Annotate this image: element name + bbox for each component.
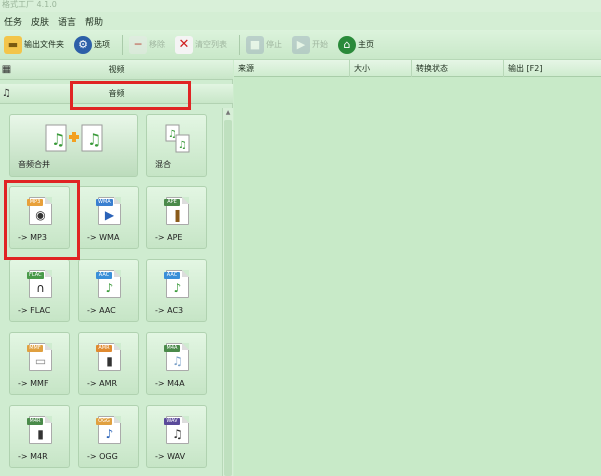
mmf-file-icon: MMF ▭	[27, 343, 52, 371]
tile-m4r[interactable]: M4R ▮ -> M4R	[9, 405, 70, 468]
svg-text:♫: ♫	[87, 130, 101, 149]
remove-icon: ━	[129, 35, 147, 54]
tile-label: -> M4A	[155, 379, 185, 388]
wma-file-icon: WMA ▶	[96, 197, 121, 225]
tile-m4a[interactable]: M4A ♫ -> M4A	[146, 332, 207, 395]
amr-file-icon: AMR ▮	[96, 343, 121, 371]
menu-item-help[interactable]: 帮助	[85, 15, 103, 28]
window-title: 格式工厂 4.1.0	[0, 0, 601, 12]
music-note-icon: ♫	[2, 88, 11, 99]
m4a-file-icon: M4A ♫	[164, 343, 189, 371]
tile-label: -> APE	[155, 233, 183, 242]
tile-label: -> AAC	[87, 306, 116, 315]
ogg-file-icon: OGG ♪	[96, 416, 121, 444]
toolbar-separator	[122, 34, 123, 55]
mp3-highlight	[4, 180, 80, 260]
start-icon: ▶	[292, 35, 310, 54]
remove-button[interactable]: ━ 移除	[127, 33, 167, 57]
home-button[interactable]: ⌂ 主页	[336, 33, 376, 57]
toolbar: ▬ 输出文件夹 ⚙ 选项 ━ 移除 ✕ 清空列表 ■ 停止 ▶ 开始 ⌂ 主页	[0, 30, 601, 60]
tile-ac3[interactable]: AAC ♪ -> AC3	[146, 259, 207, 322]
tile-label: -> MMF	[18, 379, 49, 388]
task-list: 来源 大小 转换状态 输出 [F2]	[234, 60, 601, 476]
task-list-header: 来源 大小 转换状态 输出 [F2]	[234, 60, 601, 77]
tile-label: -> OGG	[87, 452, 118, 461]
home-icon: ⌂	[338, 35, 356, 54]
output-folder-button[interactable]: ▬ 输出文件夹	[2, 33, 66, 57]
ape-file-icon: APE ❚	[164, 197, 189, 225]
scroll-up-icon[interactable]: ▲	[224, 109, 232, 117]
tile-wma[interactable]: WMA ▶ -> WMA	[78, 186, 139, 249]
tile-label: -> AMR	[87, 379, 118, 388]
options-icon: ⚙	[74, 35, 92, 54]
column-status[interactable]: 转换状态	[412, 60, 504, 77]
scrollbar-thumb[interactable]	[224, 120, 232, 476]
film-icon: ▦	[1, 64, 12, 75]
column-source[interactable]: 来源	[234, 60, 350, 77]
menu-item-language[interactable]: 语言	[58, 15, 76, 28]
tile-label: -> WAV	[155, 452, 186, 461]
toolbar-separator	[239, 34, 240, 55]
category-video[interactable]: ▦ 视频	[0, 60, 233, 80]
m4r-file-icon: M4R ▮	[27, 416, 52, 444]
tile-label: -> WMA	[87, 233, 120, 242]
tiles-scrollbar[interactable]: ▲	[222, 108, 233, 476]
folder-icon: ▬	[4, 35, 22, 54]
tile-label: 音频合并	[18, 160, 50, 169]
tile-amr[interactable]: AMR ▮ -> AMR	[78, 332, 139, 395]
column-output[interactable]: 输出 [F2]	[504, 60, 601, 77]
tile-audio-mix[interactable]: ♫ ♫ 混合	[146, 114, 207, 177]
menu-item-task[interactable]: 任务	[4, 15, 22, 28]
wav-file-icon: WAV ♫	[164, 416, 189, 444]
audio-merge-icon: ♫ ♫	[44, 123, 104, 155]
clear-list-button[interactable]: ✕ 清空列表	[173, 33, 229, 57]
tile-mmf[interactable]: MMF ▭ -> MMF	[9, 332, 70, 395]
tile-label: -> AC3	[155, 306, 184, 315]
tile-ape[interactable]: APE ❚ -> APE	[146, 186, 207, 249]
stop-icon: ■	[246, 35, 264, 54]
tile-ogg[interactable]: OGG ♪ -> OGG	[78, 405, 139, 468]
tile-aac[interactable]: AAC ♪ -> AAC	[78, 259, 139, 322]
tile-label: -> M4R	[18, 452, 48, 461]
audio-category-highlight	[70, 81, 191, 110]
svg-text:♫: ♫	[168, 129, 177, 140]
tile-flac[interactable]: FLAC ∩ -> FLAC	[9, 259, 70, 322]
flac-file-icon: FLAC ∩	[27, 270, 52, 298]
svg-text:♫: ♫	[51, 130, 65, 149]
options-button[interactable]: ⚙ 选项	[72, 33, 112, 57]
start-button[interactable]: ▶ 开始	[290, 33, 330, 57]
tile-wav[interactable]: WAV ♫ -> WAV	[146, 405, 207, 468]
clear-list-icon: ✕	[175, 35, 193, 54]
ac3-file-icon: AAC ♪	[164, 270, 189, 298]
menu-bar: 任务 皮肤 语言 帮助	[0, 12, 601, 30]
aac-file-icon: AAC ♪	[96, 270, 121, 298]
column-size[interactable]: 大小	[350, 60, 412, 77]
tile-audio-merge[interactable]: ♫ ♫ 音频合并	[9, 114, 138, 177]
audio-tiles-grid: ♫ ♫ 音频合并 ♫ ♫ 混合 MP3 ◉ -> MP3 WMA ▶ -> WM…	[0, 108, 222, 476]
stop-button[interactable]: ■ 停止	[244, 33, 284, 57]
menu-item-skin[interactable]: 皮肤	[31, 15, 49, 28]
tile-label: 混合	[155, 160, 171, 169]
svg-text:♫: ♫	[178, 140, 187, 151]
audio-mix-icon: ♫ ♫	[163, 123, 193, 155]
tile-label: -> FLAC	[18, 306, 51, 315]
